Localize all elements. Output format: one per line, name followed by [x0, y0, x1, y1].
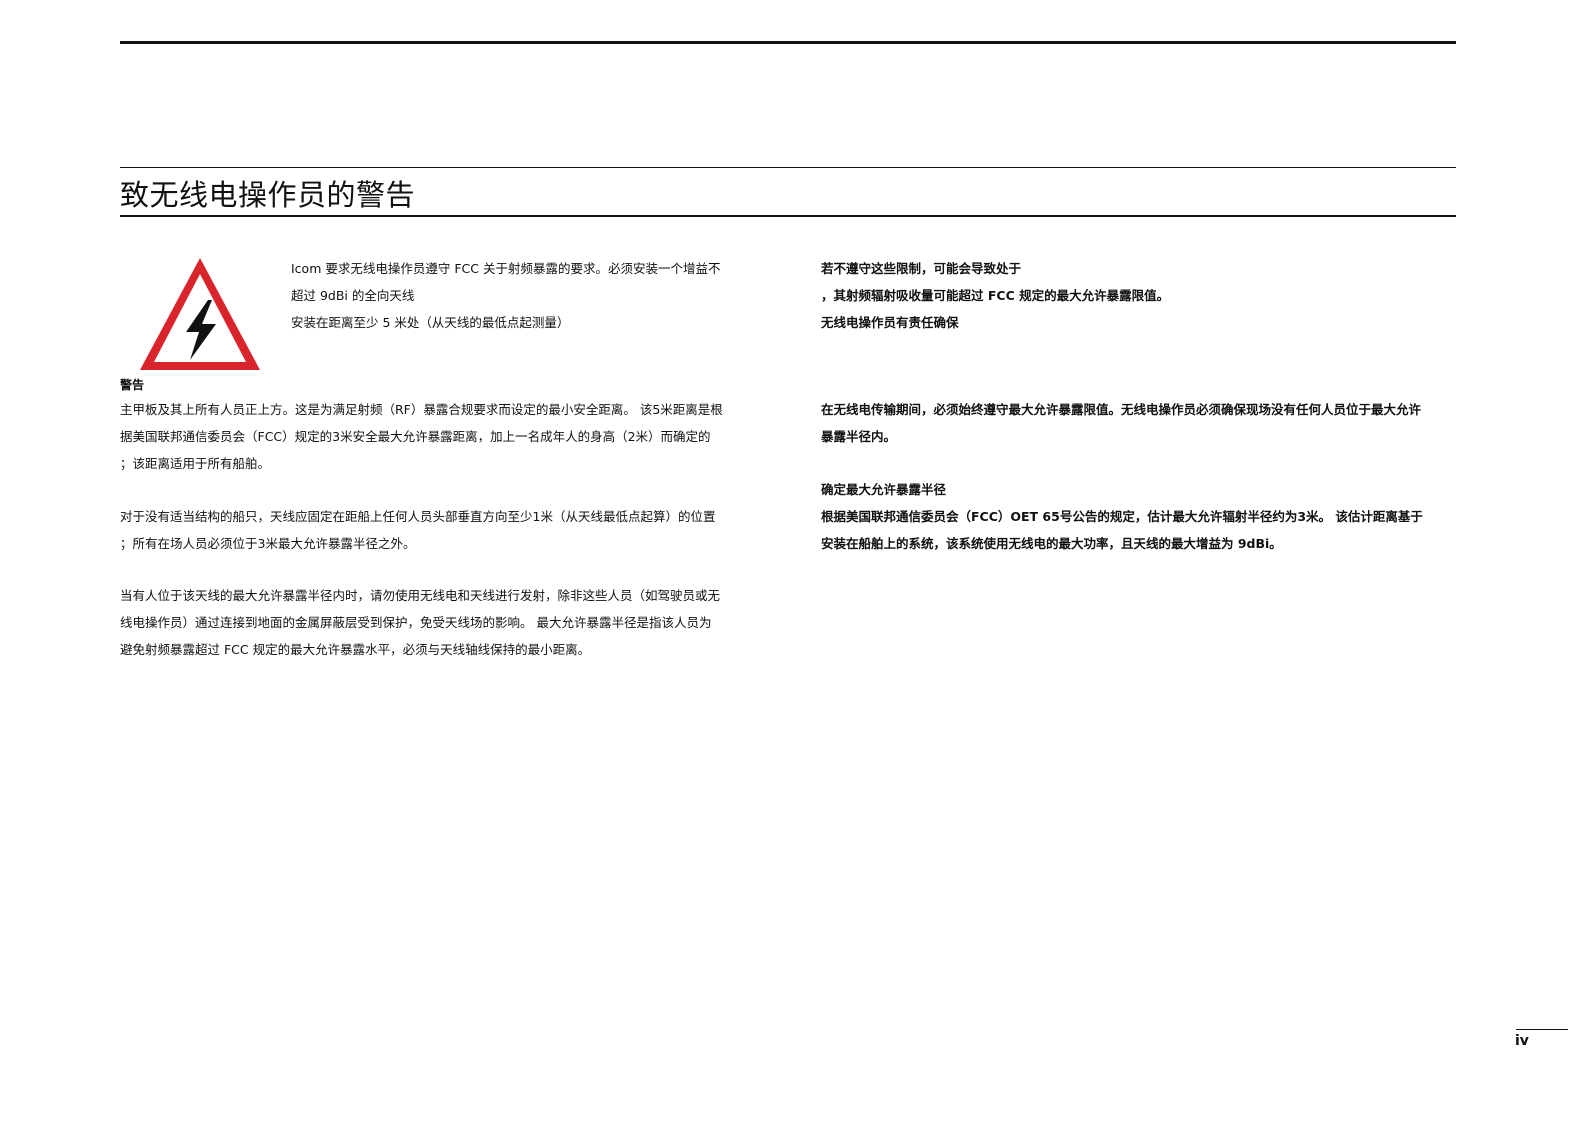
title-top-rule — [120, 167, 1456, 168]
warning-label: 警告 — [120, 378, 145, 392]
paragraph-no-transmit: 当有人位于该天线的最大允许暴露半径内时，请勿使用无线电和天线进行发射，除非这些人… — [120, 582, 720, 663]
paragraph-line: 安装在船舶上的系统，该系统使用无线电的最大功率，且天线的最大增益为 9dBi。 — [821, 536, 1282, 551]
right-block-mpe-radius: 根据美国联邦通信委员会（FCC）OET 65号公告的规定，估计最大允许辐射半径约… — [821, 503, 1423, 557]
page-number: iv — [1515, 1033, 1529, 1049]
paragraph-line: 避免射频暴露超过 FCC 规定的最大允许暴露水平，必须与天线轴线保持的最小距离。 — [120, 642, 591, 657]
paragraph-line: 主甲板及其上所有人员正上方。这是为满足射频（RF）暴露合规要求而设定的最小安全距… — [120, 402, 723, 417]
section-heading-mpe-radius: 确定最大允许暴露半径 — [821, 482, 947, 497]
title-bottom-rule — [120, 215, 1456, 217]
paragraph-line: 暴露半径内。 — [821, 429, 897, 444]
paragraph-line: ，其射频辐射吸收量可能超过 FCC 规定的最大允许暴露限值。 — [821, 288, 1170, 303]
paragraph-line: 若不遵守这些限制，可能会导致处于 — [821, 261, 1022, 276]
intro-line: 安装在距离至少 5 米处（从天线的最低点起测量） — [291, 315, 570, 330]
high-voltage-warning-icon — [140, 258, 260, 370]
paragraph-small-vessels: 对于没有适当结构的船只，天线应固定在距船上任何人员头部垂直方向至少1米（从天线最… — [120, 503, 715, 557]
page-number-rule — [1516, 1029, 1568, 1030]
paragraph-mounting-distance: 主甲板及其上所有人员正上方。这是为满足射频（RF）暴露合规要求而设定的最小安全距… — [120, 396, 723, 477]
intro-line: Icom 要求无线电操作员遵守 FCC 关于射频暴露的要求。必须安装一个增益不 — [291, 261, 721, 276]
paragraph-line: 据美国联邦通信委员会（FCC）规定的3米安全最大允许暴露距离，加上一名成年人的身… — [120, 429, 711, 444]
header-rule — [120, 41, 1456, 44]
intro-text: Icom 要求无线电操作员遵守 FCC 关于射频暴露的要求。必须安装一个增益不 … — [291, 255, 720, 336]
paragraph-line: 根据美国联邦通信委员会（FCC）OET 65号公告的规定，估计最大允许辐射半径约… — [821, 509, 1423, 524]
paragraph-line: ；所有在场人员必须位于3米最大允许暴露半径之外。 — [120, 536, 416, 551]
paragraph-line: 无线电操作员有责任确保 — [821, 315, 959, 330]
page-title: 致无线电操作员的警告 — [120, 178, 416, 212]
paragraph-line: 当有人位于该天线的最大允许暴露半径内时，请勿使用无线电和天线进行发射，除非这些人… — [120, 588, 721, 603]
right-block-operator-duty: 在无线电传输期间，必须始终遵守最大允许暴露限值。无线电操作员必须确保现场没有任何… — [821, 396, 1421, 450]
paragraph-line: 对于没有适当结构的船只，天线应固定在距船上任何人员头部垂直方向至少1米（从天线最… — [120, 509, 716, 524]
intro-line: 超过 9dBi 的全向天线 — [291, 288, 415, 303]
paragraph-line: 在无线电传输期间，必须始终遵守最大允许暴露限值。无线电操作员必须确保现场没有任何… — [821, 402, 1422, 417]
paragraph-line: 线电操作员）通过连接到地面的金属屏蔽层受到保护，免受天线场的影响。 最大允许暴露… — [120, 615, 712, 630]
paragraph-line: ；该距离适用于所有船舶。 — [120, 456, 271, 471]
right-block-limits: 若不遵守这些限制，可能会导致处于 ，其射频辐射吸收量可能超过 FCC 规定的最大… — [821, 255, 1169, 336]
